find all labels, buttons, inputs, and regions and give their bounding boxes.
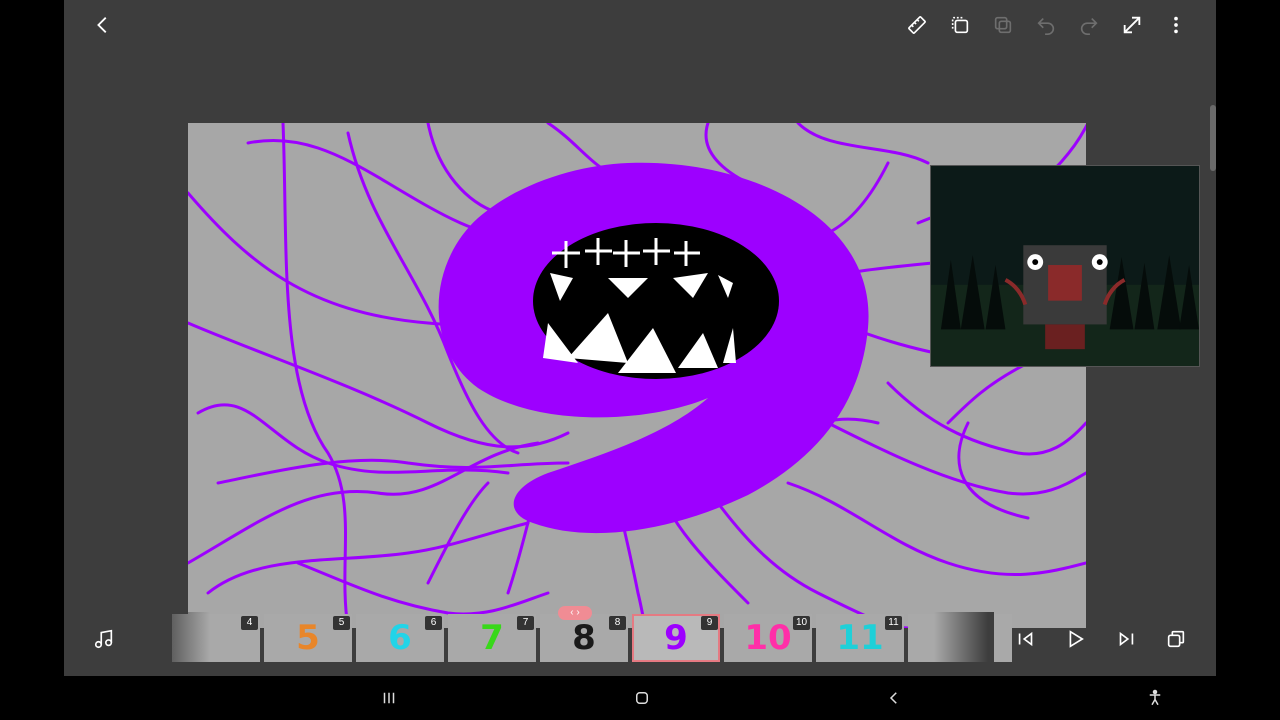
frame-number-badge: 9 <box>701 616 718 630</box>
redo-icon[interactable] <box>1071 7 1107 43</box>
frame-number-badge: 6 <box>425 616 442 630</box>
scrollbar[interactable] <box>1210 105 1216 171</box>
frame-number-badge: 8 <box>609 616 626 630</box>
frame-thumbnail <box>924 614 1012 662</box>
timeline-frame[interactable]: 99 <box>632 614 720 662</box>
skip-forward-icon[interactable] <box>1108 621 1144 657</box>
reference-image[interactable] <box>930 165 1200 367</box>
recent-apps-icon[interactable] <box>377 686 401 710</box>
more-vertical-icon[interactable] <box>1158 7 1194 43</box>
paste-icon[interactable] <box>985 7 1021 43</box>
frame-drag-handle[interactable]: ‹ › <box>558 606 592 620</box>
system-navigation-bar <box>0 676 1280 720</box>
frame-number-badge: 5 <box>333 616 350 630</box>
timeline-frame[interactable] <box>924 614 1012 662</box>
timeline-frame[interactable]: 88 <box>540 614 628 662</box>
undo-icon[interactable] <box>1028 7 1064 43</box>
timeline-frame[interactable]: 66 <box>356 614 444 662</box>
nav-back-icon[interactable] <box>882 686 906 710</box>
expand-icon[interactable] <box>1114 7 1150 43</box>
play-icon[interactable] <box>1057 621 1093 657</box>
frame-number-badge: 10 <box>793 616 810 630</box>
timeline-frame[interactable]: 11 11 <box>816 614 904 662</box>
skip-back-icon[interactable] <box>1008 621 1044 657</box>
frame-timeline: 45566778899101011111212 ‹ › <box>64 604 1216 676</box>
back-arrow-icon[interactable] <box>85 7 121 43</box>
timeline-frame[interactable]: 55 <box>264 614 352 662</box>
copy-icon[interactable] <box>942 7 978 43</box>
accessibility-icon[interactable] <box>1143 686 1167 710</box>
ruler-icon[interactable] <box>899 7 935 43</box>
frame-number-badge: 7 <box>517 616 534 630</box>
reference-image-picture <box>931 166 1199 366</box>
music-icon[interactable] <box>86 621 122 657</box>
timeline-frame[interactable]: 77 <box>448 614 536 662</box>
animation-editor: 45566778899101011111212 ‹ › <box>64 0 1216 676</box>
home-icon[interactable] <box>630 686 654 710</box>
layers-icon[interactable] <box>1158 621 1194 657</box>
frame-number-badge: 4 <box>241 616 258 630</box>
timeline-frame[interactable]: 10 10 <box>724 614 812 662</box>
timeline-frame[interactable]: 4 <box>172 614 260 662</box>
frame-number-badge: 11 <box>885 616 902 630</box>
